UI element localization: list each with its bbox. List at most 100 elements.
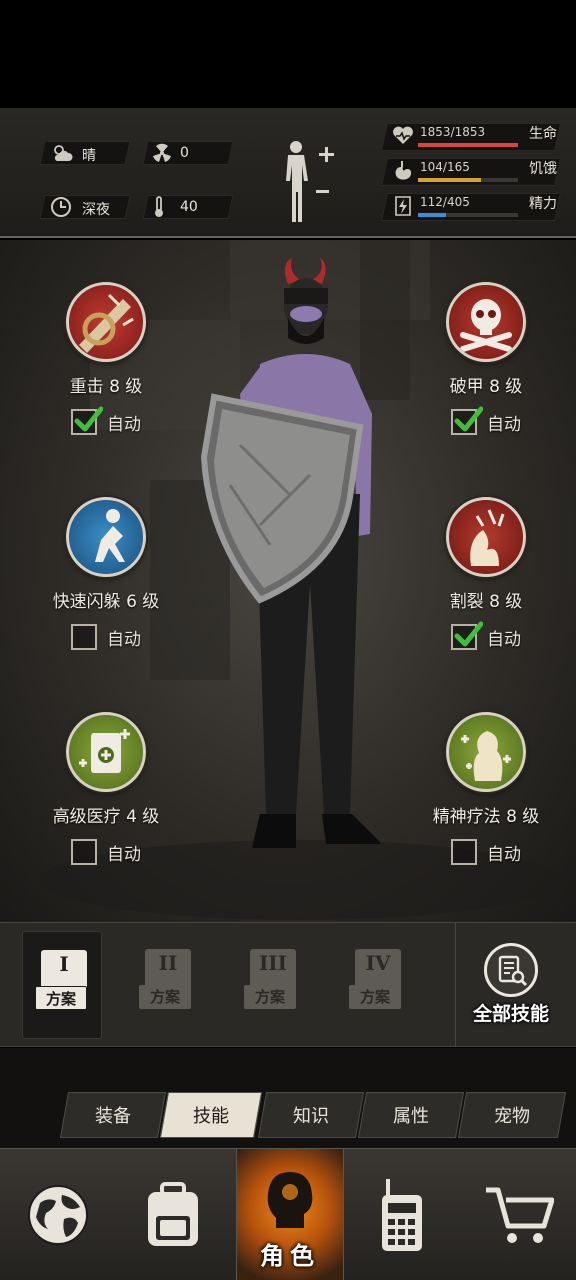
globe-icon <box>27 1185 88 1245</box>
skill-name: 快速闪躲 6 级 <box>52 592 160 612</box>
plan-label: 方案 <box>349 985 401 1009</box>
nav-character[interactable]: 角色 <box>236 1149 344 1280</box>
plan-4-tab[interactable]: IV 方案 <box>337 931 417 1039</box>
skill-name: 破甲 8 级 <box>449 377 523 397</box>
hp-label: 生命 <box>529 126 557 142</box>
heavy-strike-icon[interactable] <box>66 282 146 362</box>
skull-crossbones-icon[interactable] <box>446 282 526 362</box>
nav-radio[interactable] <box>344 1149 459 1280</box>
plan-roman: II <box>158 951 178 975</box>
skill-armor-break[interactable]: 破甲 8 级 自动 <box>411 282 561 435</box>
plan-label: 方案 <box>244 985 296 1009</box>
skill-quick-dodge[interactable]: 快速闪躲 6 级 自动 <box>31 497 181 650</box>
nav-map[interactable] <box>0 1149 115 1280</box>
energy-icon <box>391 195 415 219</box>
auto-toggle[interactable]: 自动 <box>411 621 561 650</box>
skill-mind-therapy[interactable]: 精神疗法 8 级 自动 <box>411 712 561 865</box>
document-search-icon <box>484 943 538 997</box>
walkie-talkie-icon <box>381 1179 422 1251</box>
skill-plan-bar: I 方案 II 方案 III 方案 IV 方案 全部技能 <box>0 922 576 1047</box>
auto-label: 自动 <box>107 629 141 650</box>
hp-bar <box>418 143 518 147</box>
auto-label: 自动 <box>487 414 521 435</box>
checkmark-icon <box>454 406 483 432</box>
nav-backpack[interactable] <box>115 1149 230 1280</box>
auto-checkbox[interactable] <box>71 624 97 650</box>
tab-equipment[interactable]: 装备 <box>59 1092 167 1138</box>
radiation-value: 0 <box>180 145 189 161</box>
mind-therapy-icon[interactable] <box>446 712 526 792</box>
tab-label: 宠物 <box>494 1106 530 1127</box>
skill-advanced-medical[interactable]: 高级医疗 4 级 自动 <box>31 712 181 865</box>
auto-label: 自动 <box>107 414 141 435</box>
tab-pets[interactable]: 宠物 <box>457 1092 567 1138</box>
divider <box>455 923 456 1046</box>
all-skills-button[interactable]: 全部技能 <box>470 943 552 1026</box>
plan-roman: III <box>258 951 288 975</box>
energy-bar <box>418 213 518 217</box>
energy-label: 精力 <box>529 196 557 212</box>
backpack-icon <box>147 1182 198 1246</box>
heart-icon <box>391 125 415 149</box>
plan-3-tab[interactable]: III 方案 <box>232 931 312 1039</box>
auto-label: 自动 <box>107 844 141 865</box>
tab-attributes[interactable]: 属性 <box>357 1092 465 1138</box>
tab-skills[interactable]: 技能 <box>159 1092 263 1138</box>
clock-icon <box>47 195 75 219</box>
temperature-value: 40 <box>180 199 198 215</box>
skill-lacerate[interactable]: 割裂 8 级 自动 <box>411 497 561 650</box>
tab-label: 知识 <box>293 1106 329 1127</box>
auto-checkbox[interactable] <box>451 406 483 435</box>
shield-icon <box>200 393 364 604</box>
energy-value: 112/405 <box>420 195 470 209</box>
plan-roman: I <box>59 952 69 976</box>
auto-checkbox[interactable] <box>71 839 97 865</box>
top-letterbox <box>0 0 576 108</box>
tab-label: 技能 <box>193 1106 229 1127</box>
hunger-label: 饥饿 <box>529 161 557 177</box>
auto-label: 自动 <box>487 844 521 865</box>
plan-label: 方案 <box>35 986 87 1010</box>
auto-toggle[interactable]: 自动 <box>31 624 181 650</box>
skill-heavy-strike[interactable]: 重击 8 级 自动 <box>31 282 181 435</box>
medkit-icon[interactable] <box>66 712 146 792</box>
auto-checkbox[interactable] <box>451 839 477 865</box>
radiation-icon <box>148 141 176 165</box>
character-scene: 重击 8 级 自动 破甲 8 级 自动 快速闪躲 6 级 自动 割裂 8 级 自… <box>0 240 576 922</box>
auto-label: 自动 <box>487 629 521 650</box>
dodge-icon[interactable] <box>66 497 146 577</box>
auto-checkbox[interactable] <box>451 621 483 650</box>
tab-knowledge[interactable]: 知识 <box>257 1092 365 1138</box>
plan-roman: IV <box>365 951 391 975</box>
nav-shop[interactable] <box>461 1149 576 1280</box>
all-skills-label: 全部技能 <box>472 1003 549 1025</box>
tab-label: 装备 <box>95 1106 131 1127</box>
hunger-value: 104/165 <box>420 160 470 174</box>
hunger-bar <box>418 178 518 182</box>
shopping-cart-icon <box>485 1187 554 1243</box>
auto-toggle[interactable]: 自动 <box>411 839 561 865</box>
character-icon <box>267 1172 313 1228</box>
body-silhouette-icon[interactable] <box>280 138 335 224</box>
plan-label: 方案 <box>139 985 191 1009</box>
nav-character-label: 角色 <box>260 1242 320 1270</box>
weather-text: 晴 <box>82 148 96 164</box>
status-bar: 晴 0 深夜 40 1853/1853 生命 104/165 饥饿 112/40… <box>0 108 576 238</box>
auto-checkbox[interactable] <box>71 406 103 435</box>
auto-toggle[interactable]: 自动 <box>31 839 181 865</box>
plan-1-tab[interactable]: I 方案 <box>22 931 102 1039</box>
tab-label: 属性 <box>393 1106 429 1127</box>
auto-toggle[interactable]: 自动 <box>31 406 181 435</box>
lacerate-icon[interactable] <box>446 497 526 577</box>
auto-toggle[interactable]: 自动 <box>411 406 561 435</box>
plan-2-tab[interactable]: II 方案 <box>127 931 207 1039</box>
character-tabs: 装备 技能 知识 属性 宠物 <box>0 1048 576 1148</box>
cloud-sun-icon <box>49 141 77 165</box>
checkmark-icon <box>454 621 483 647</box>
skill-name: 高级医疗 4 级 <box>52 807 160 827</box>
bottom-navigation: 角色 <box>0 1148 576 1280</box>
thermometer-icon <box>145 195 173 219</box>
skill-name: 重击 8 级 <box>69 377 143 397</box>
skill-name: 割裂 8 级 <box>449 592 523 612</box>
stomach-icon <box>391 160 415 184</box>
